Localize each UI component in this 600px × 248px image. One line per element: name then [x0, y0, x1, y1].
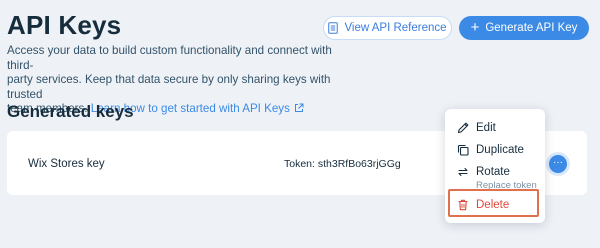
menu-item-duplicate-label: Duplicate [476, 144, 524, 156]
description-line-2: party services. Keep that data secure by… [7, 73, 331, 101]
menu-item-rotate[interactable]: Rotate [456, 165, 510, 179]
external-link-icon [294, 103, 304, 118]
key-token: Token: sth3RfBo63rjGGg [284, 158, 401, 170]
more-icon: ··· [553, 157, 563, 168]
menu-item-edit[interactable]: Edit [456, 121, 496, 135]
menu-item-duplicate[interactable]: Duplicate [456, 143, 524, 157]
generate-api-key-label: Generate API Key [485, 22, 578, 34]
plus-icon: + [470, 19, 480, 36]
view-api-reference-button[interactable]: View API Reference [323, 16, 452, 40]
key-name: Wix Stores key [28, 158, 105, 170]
page-title: API Keys [7, 10, 122, 40]
duplicate-icon [456, 143, 470, 157]
delete-highlight-box [448, 189, 539, 217]
rotate-icon [456, 165, 470, 179]
menu-item-rotate-label: Rotate [476, 166, 510, 178]
document-icon [328, 22, 339, 34]
section-title: Generated keys [7, 102, 134, 121]
pencil-icon [456, 121, 470, 135]
more-actions-button[interactable]: ··· [549, 155, 567, 173]
menu-item-edit-label: Edit [476, 122, 496, 134]
description-line-1: Access your data to build custom functio… [7, 44, 332, 72]
generate-api-key-button[interactable]: + Generate API Key [459, 16, 589, 40]
view-api-reference-label: View API Reference [344, 22, 447, 34]
